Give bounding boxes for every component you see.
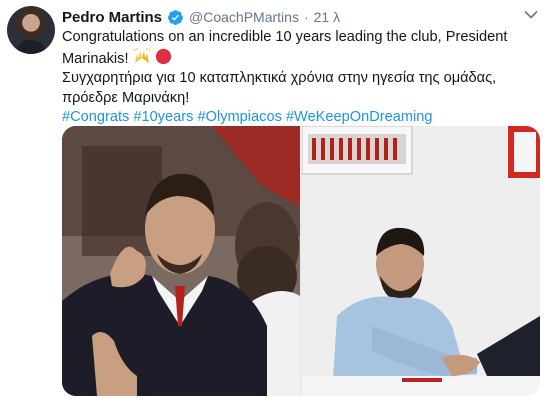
author-name[interactable]: Pedro Martins bbox=[62, 9, 162, 26]
hashtag-list: #Congrats #10years #Olympiacos #WeKeepOn… bbox=[62, 108, 542, 128]
chevron-down-icon[interactable] bbox=[524, 10, 538, 20]
red-circle-emoji bbox=[155, 48, 171, 64]
tweet[interactable]: Pedro Martins @CoachPMartins · 21 λ Cong… bbox=[0, 0, 552, 407]
tweet-media bbox=[62, 126, 540, 396]
photo-left-illustration bbox=[62, 126, 300, 396]
separator-dot: · bbox=[303, 9, 309, 25]
tweet-line-en-1: Congratulations on an incredible 10 year… bbox=[62, 29, 508, 45]
raising-hands-emoji bbox=[133, 47, 151, 63]
tweet-timestamp[interactable]: 21 λ bbox=[314, 9, 340, 25]
hashtag-link[interactable]: #WeKeepOnDreaming bbox=[286, 109, 433, 125]
hashtag-link[interactable]: #Congrats bbox=[62, 109, 129, 125]
avatar[interactable] bbox=[7, 6, 55, 54]
tweet-line-el-2: πρόεδρε Μαρινάκη! bbox=[62, 89, 190, 106]
tweet-text: Congratulations on an incredible 10 year… bbox=[62, 28, 542, 128]
hashtag-link[interactable]: #Olympiacos bbox=[198, 109, 282, 125]
author-handle[interactable]: @CoachPMartins bbox=[189, 9, 299, 25]
hashtag-link[interactable]: #10years bbox=[133, 109, 193, 125]
photo-right[interactable] bbox=[302, 126, 540, 396]
photo-right-illustration bbox=[302, 126, 540, 396]
tweet-header: Pedro Martins @CoachPMartins · 21 λ bbox=[62, 7, 340, 27]
verified-badge-icon bbox=[168, 9, 183, 25]
tweet-line-en-2-text: Marinakis! bbox=[62, 50, 129, 67]
tweet-line-en-2: Marinakis! bbox=[62, 47, 542, 70]
tweet-line-el-1: Συγχαρητήρια για 10 καταπληκτικά χρόνια … bbox=[62, 70, 497, 86]
photo-left[interactable] bbox=[62, 126, 300, 396]
